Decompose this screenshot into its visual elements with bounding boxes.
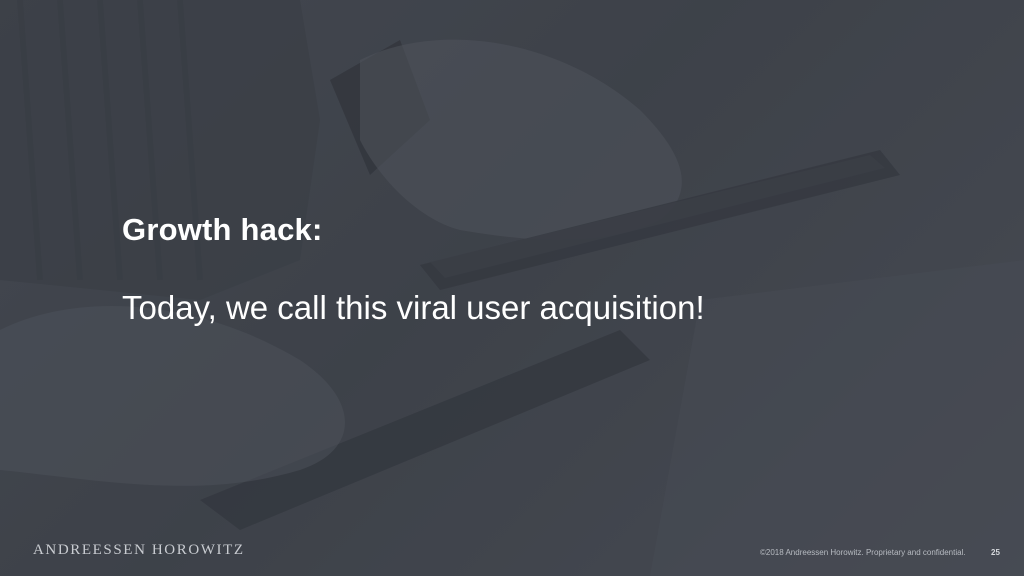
page-number: 25: [991, 548, 1000, 557]
company-logo: ANDREESSEN HOROWITZ: [33, 542, 245, 558]
copyright-footer: ©2018 Andreessen Horowitz. Proprietary a…: [760, 548, 966, 557]
slide-subline: Today, we call this viral user acquisiti…: [122, 289, 705, 326]
dark-overlay: [0, 0, 1024, 576]
slide-headline: Growth hack:: [122, 212, 323, 247]
slide: Growth hack: Today, we call this viral u…: [0, 0, 1024, 576]
